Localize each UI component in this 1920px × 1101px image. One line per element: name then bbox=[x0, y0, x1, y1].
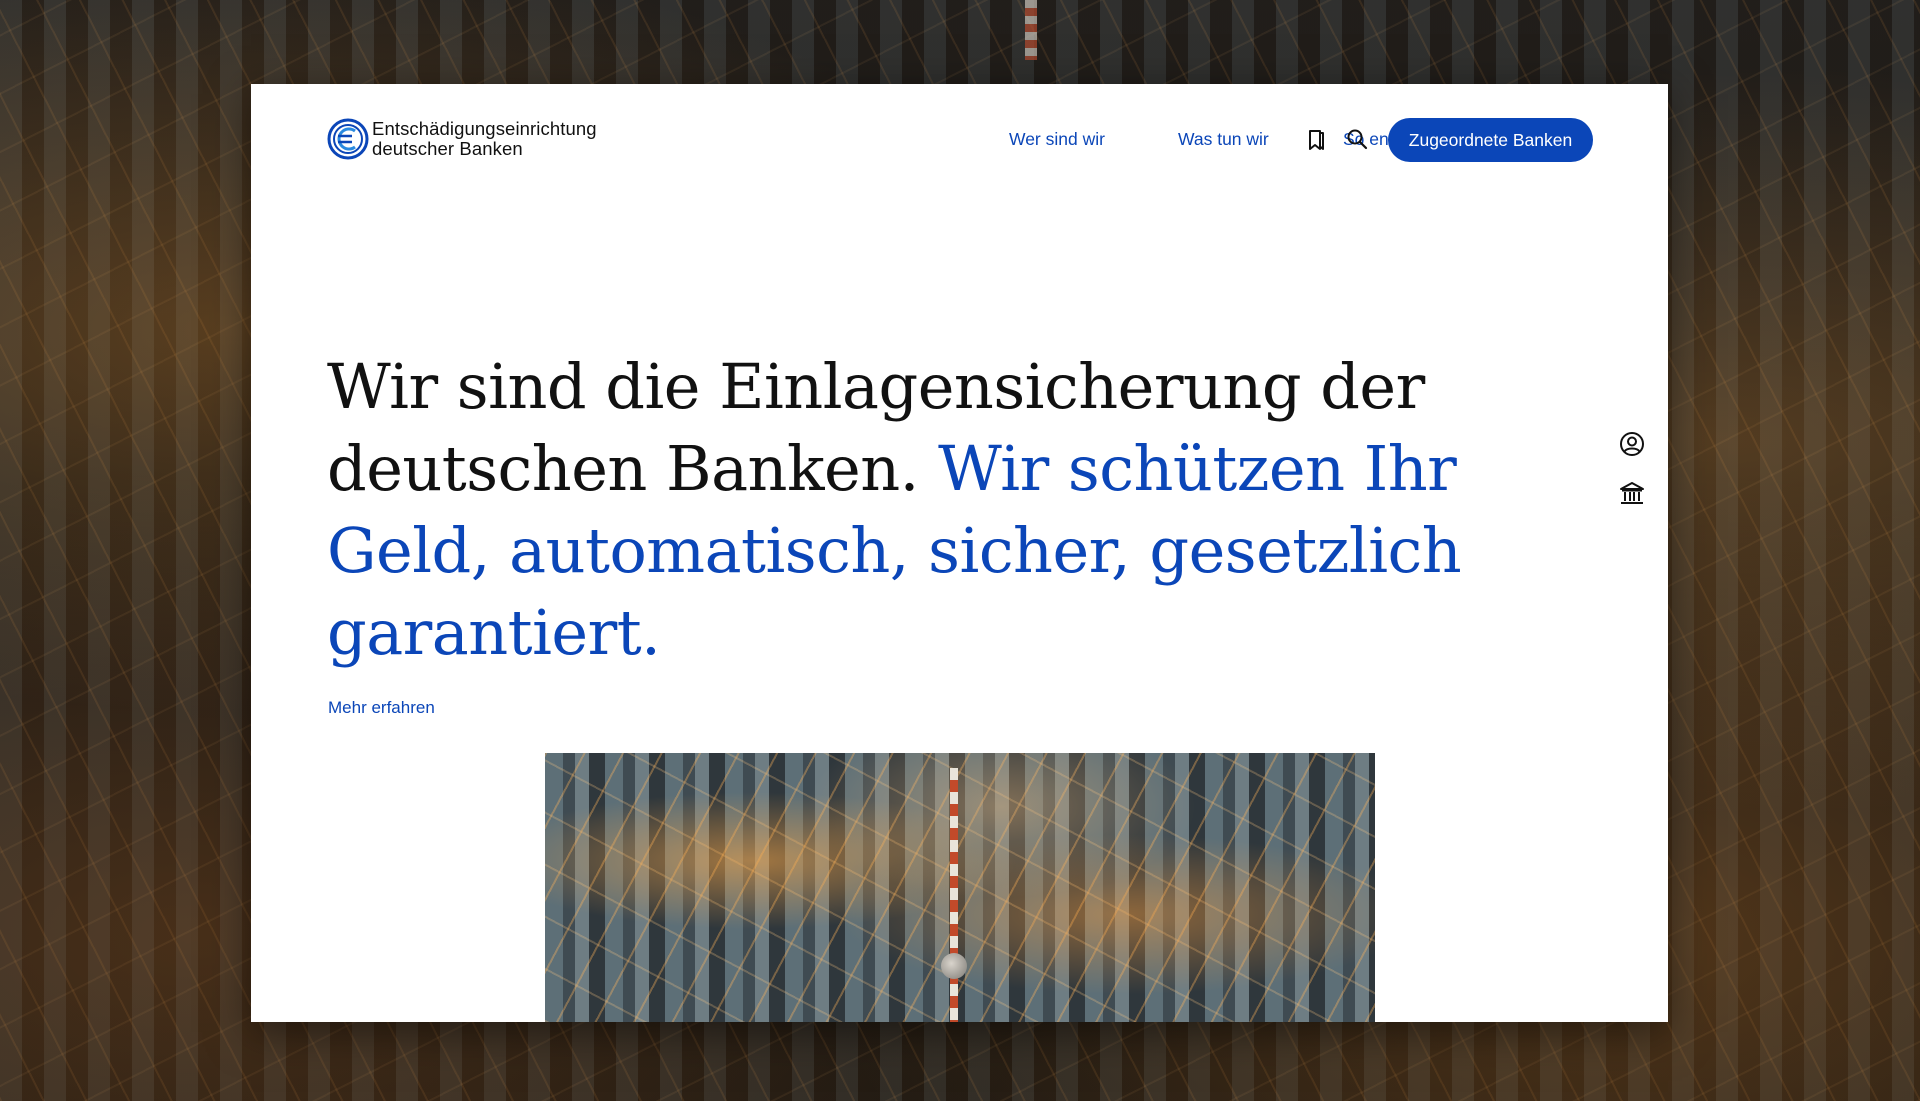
tv-tower-background bbox=[1025, 0, 1037, 60]
mehr-erfahren-link[interactable]: Mehr erfahren bbox=[328, 698, 435, 718]
search-icon[interactable] bbox=[1345, 127, 1369, 151]
hero-city-image bbox=[545, 753, 1375, 1022]
site-logo[interactable]: Entschädigungseinrichtung deutscher Bank… bbox=[327, 116, 597, 162]
site-header: Entschädigungseinrichtung deutscher Bank… bbox=[251, 84, 1668, 194]
nav-was-tun-wir[interactable]: Was tun wir bbox=[1178, 129, 1269, 150]
hero-headline: Wir sind die Einlagensicherung der deuts… bbox=[327, 346, 1557, 674]
tv-tower-sphere bbox=[941, 953, 967, 979]
zugeordnete-banken-button[interactable]: Zugeordnete Banken bbox=[1388, 118, 1593, 162]
logo-line-1: Entschädigungseinrichtung bbox=[372, 118, 597, 139]
logo-line-2: deutscher Banken bbox=[372, 138, 523, 159]
logo-text: Entschädigungseinrichtung deutscher Bank… bbox=[372, 119, 597, 159]
browser-window: Entschädigungseinrichtung deutscher Bank… bbox=[251, 84, 1668, 1022]
euro-coin-icon bbox=[327, 118, 369, 160]
tv-tower bbox=[950, 768, 958, 1022]
bookmark-icon[interactable] bbox=[1304, 128, 1328, 152]
bank-building-icon[interactable] bbox=[1618, 480, 1646, 508]
user-circle-icon[interactable] bbox=[1618, 430, 1646, 458]
nav-wer-sind-wir[interactable]: Wer sind wir bbox=[1009, 129, 1105, 150]
